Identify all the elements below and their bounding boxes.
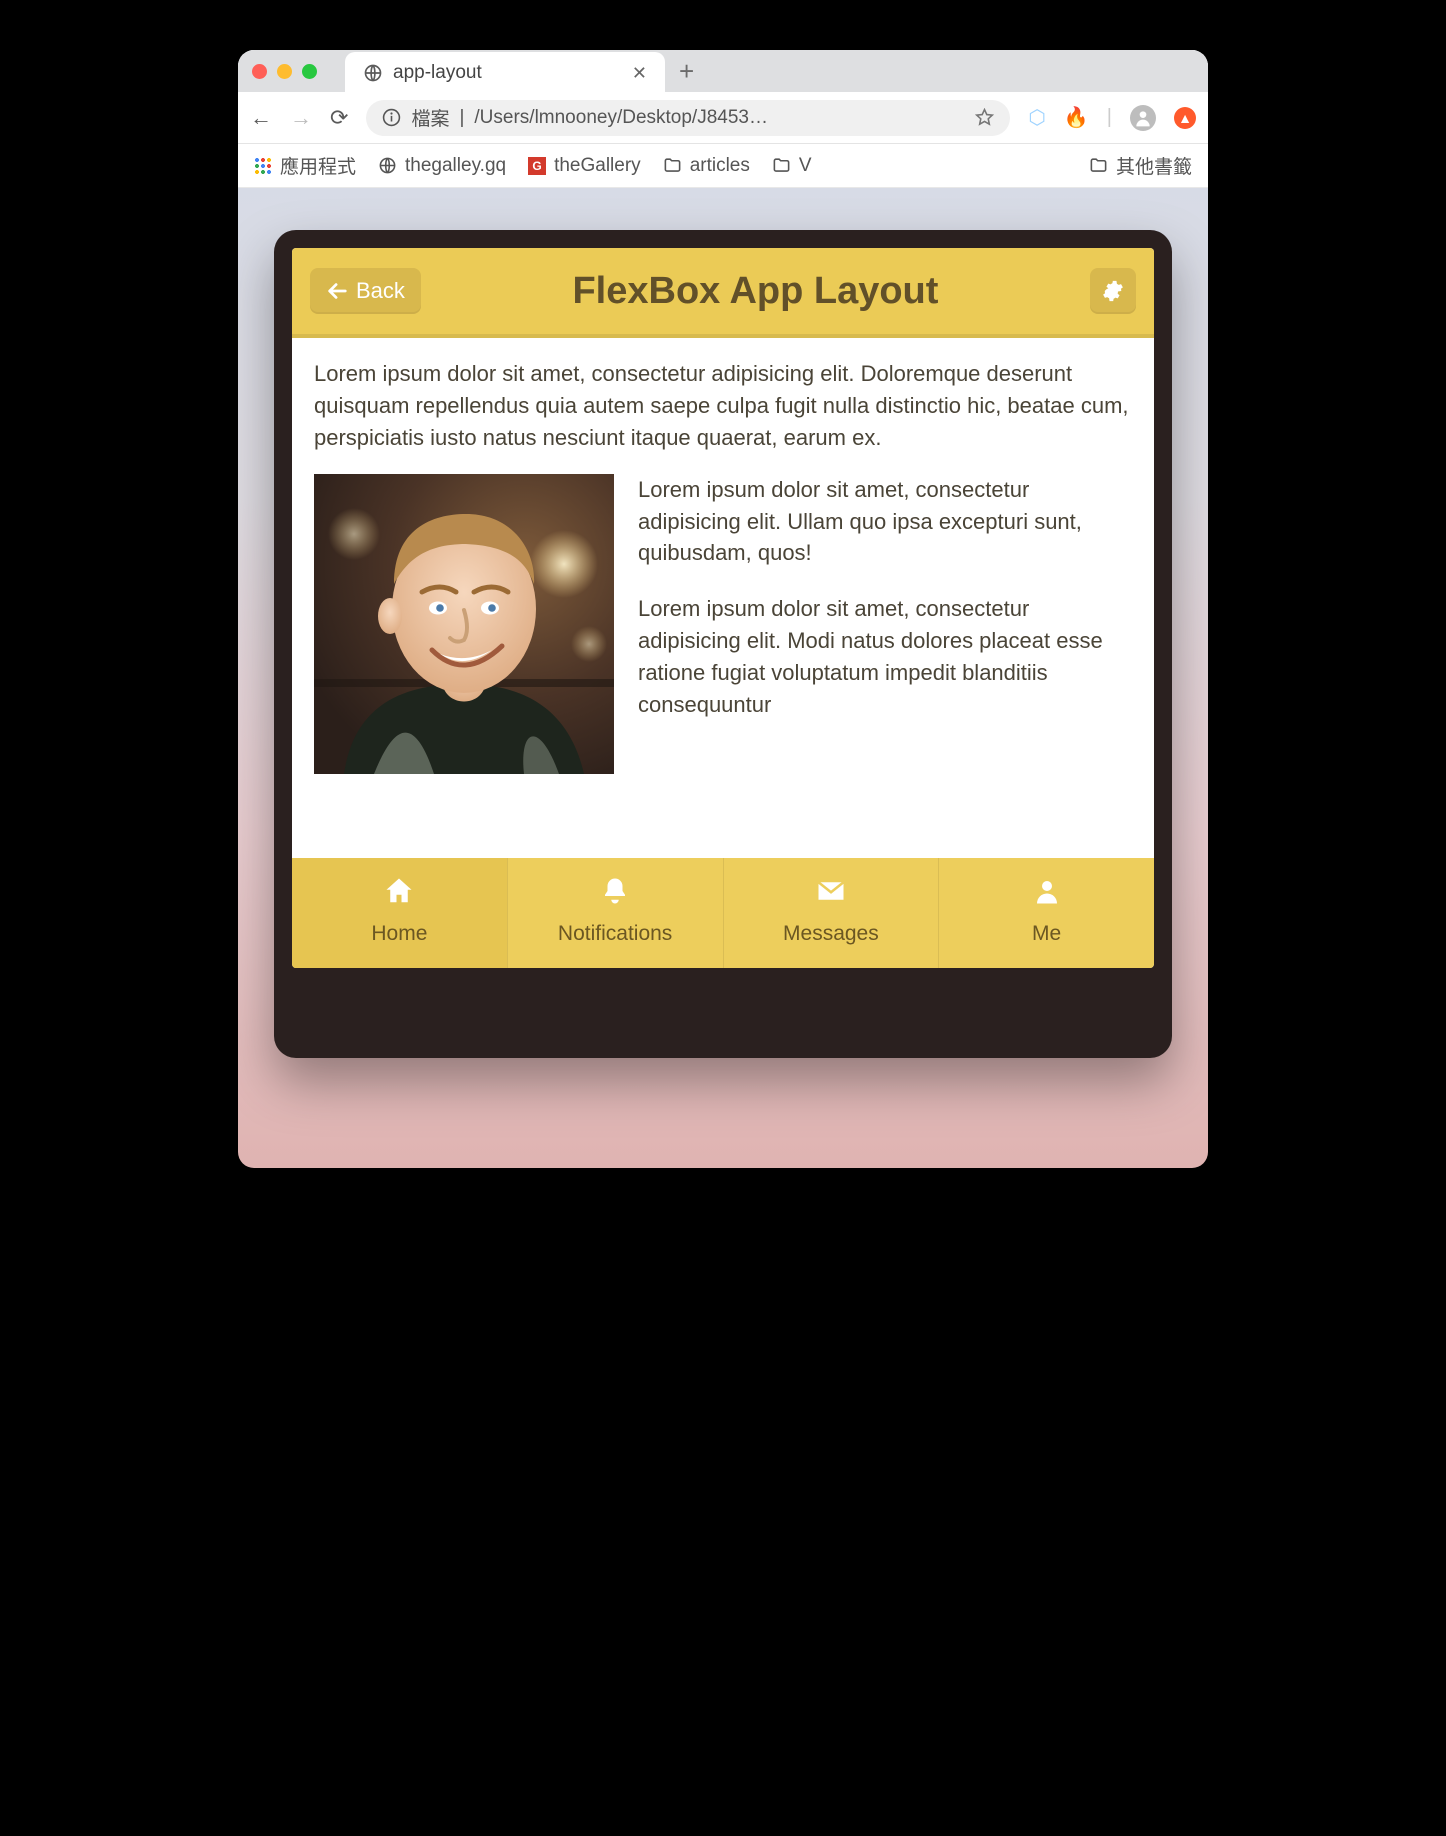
apps-grid-icon [254,157,272,175]
bookmark-other-folder[interactable]: 其他書籤 [1089,152,1192,179]
window-zoom-button[interactable] [302,64,317,79]
browser-window-frame: app-layout ✕ + ← → ⟳ 檔案 | /Users/lmnoone… [238,50,1208,1168]
browser-tab-title: app-layout [393,62,482,84]
bookmarks-bar: 應用程式 thegalley.gq G theGallery articles … [238,144,1208,188]
bell-icon [512,876,719,910]
nav-label: Messages [783,922,879,945]
browser-tab-strip: app-layout ✕ + [238,50,1208,92]
content-paragraph-3: Lorem ipsum dolor sit amet, consectetur … [638,593,1132,721]
globe-icon [363,63,383,83]
reload-button[interactable]: ⟳ [330,105,348,131]
toolbar-divider: | [1107,106,1112,129]
nav-forward-button[interactable]: → [290,105,312,131]
bookmark-folder[interactable]: articles [663,155,750,177]
nav-label: Home [371,922,427,945]
tab-close-button[interactable]: ✕ [632,63,647,84]
bookmark-apps[interactable]: 應用程式 [254,152,356,179]
folder-icon [1089,156,1108,175]
nav-notifications[interactable]: Notifications [507,858,723,968]
update-indicator-icon[interactable]: ▲ [1174,107,1196,129]
app-bottom-nav: Home Notifications Messages Me [292,858,1154,968]
back-button[interactable]: Back [310,268,421,314]
profile-photo [314,474,614,774]
app-header: Back FlexBox App Layout [292,248,1154,338]
window-close-button[interactable] [252,64,267,79]
site-favicon-icon: G [528,157,546,175]
device-frame: Back FlexBox App Layout Lorem ipsum dolo… [274,230,1172,1058]
bookmark-folder[interactable]: V [772,155,812,177]
content-paragraph-1: Lorem ipsum dolor sit amet, consectetur … [314,358,1132,454]
envelope-icon [728,876,935,910]
browser-toolbar: ← → ⟳ 檔案 | /Users/lmnooney/Desktop/J8453… [238,92,1208,144]
app-content: Lorem ipsum dolor sit amet, consectetur … [292,338,1154,858]
flame-icon[interactable]: 🔥 [1064,105,1089,130]
url-path: /Users/lmnooney/Desktop/J8453… [474,107,768,129]
content-paragraph-2: Lorem ipsum dolor sit amet, consectetur … [638,474,1132,570]
browser-chrome: app-layout ✕ + ← → ⟳ 檔案 | /Users/lmnoone… [238,50,1208,188]
app-title: FlexBox App Layout [435,270,1076,313]
nav-messages[interactable]: Messages [723,858,939,968]
folder-icon [663,156,682,175]
flexbox-app: Back FlexBox App Layout Lorem ipsum dolo… [292,248,1154,968]
profile-avatar-button[interactable] [1130,105,1156,131]
back-button-label: Back [356,278,405,304]
bookmark-star-icon[interactable] [975,108,994,127]
home-icon [296,876,503,910]
gear-icon [1102,280,1124,302]
arrow-left-icon [326,280,348,302]
address-bar[interactable]: 檔案 | /Users/lmnooney/Desktop/J8453… [366,100,1010,136]
page-viewport: Back FlexBox App Layout Lorem ipsum dolo… [238,188,1208,1168]
nav-back-button[interactable]: ← [250,105,272,131]
bookmark-item[interactable]: G theGallery [528,155,641,177]
new-tab-button[interactable]: + [679,56,694,87]
nav-home[interactable]: Home [292,858,507,968]
url-scheme-label: 檔案 [411,104,449,131]
media-row: Lorem ipsum dolor sit amet, consectetur … [314,474,1132,774]
window-controls [252,64,317,79]
user-icon [943,876,1150,910]
bookmark-item[interactable]: thegalley.gq [378,155,506,177]
nav-me[interactable]: Me [938,858,1154,968]
window-minimize-button[interactable] [277,64,292,79]
user-icon [1133,108,1153,128]
globe-icon [378,156,397,175]
folder-icon [772,156,791,175]
settings-button[interactable] [1090,268,1136,314]
browser-tab[interactable]: app-layout ✕ [345,52,665,94]
nav-label: Notifications [558,922,672,945]
nav-label: Me [1032,922,1061,945]
info-icon [382,108,401,127]
react-devtools-icon[interactable]: ⬡ [1028,105,1045,130]
